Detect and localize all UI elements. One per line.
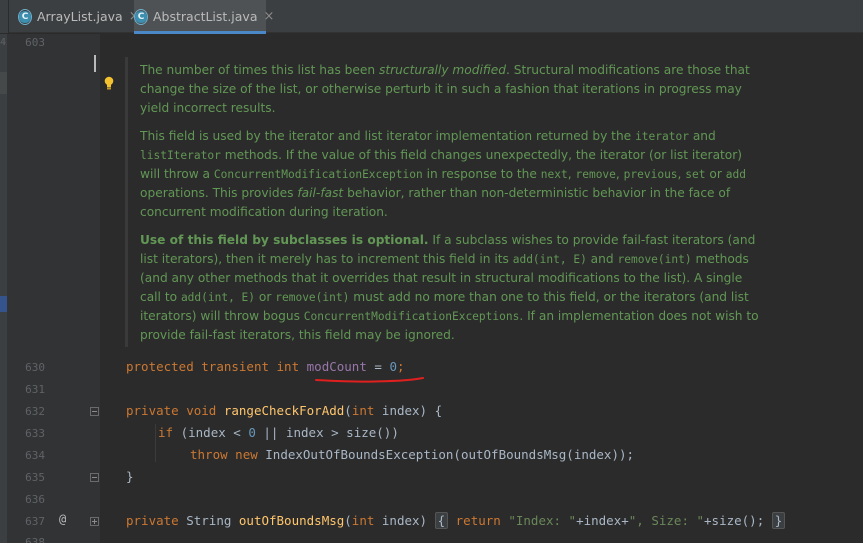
rendered-doc-comment[interactable]: The number of times this list has been s… — [140, 61, 760, 354]
side-panel-edge[interactable]: 42 — [0, 34, 12, 543]
line-number: 631 — [25, 383, 45, 396]
expand-fold-icon[interactable] — [90, 517, 99, 526]
line-number: 635 — [25, 471, 45, 484]
close-icon[interactable]: × — [264, 9, 275, 24]
code-line[interactable]: if (index < 0 || index > size()) — [158, 425, 399, 440]
doc-comment-bar — [125, 57, 128, 347]
line-number: 632 — [25, 405, 45, 418]
red-underline-annotation — [315, 377, 424, 383]
override-marker-icon[interactable]: @ — [59, 512, 66, 526]
tab-label: ArrayList.java — [37, 9, 123, 24]
class-icon: C — [18, 8, 32, 25]
line-number: 603 — [25, 36, 45, 49]
line-number: 630 — [25, 361, 45, 374]
doc-paragraph: Use of this field by subclasses is optio… — [140, 233, 759, 342]
side-panel-selection — [0, 296, 7, 312]
code-line[interactable]: throw new IndexOutOfBoundsException(outO… — [190, 447, 634, 462]
tab-bar-left-stub — [0, 0, 9, 33]
code-line[interactable]: } — [126, 469, 134, 484]
text-cursor — [94, 55, 96, 72]
doc-paragraph: The number of times this list has been s… — [140, 63, 750, 115]
line-number: 633 — [25, 427, 45, 440]
folded-block-open[interactable]: { — [434, 512, 449, 529]
line-number: 638 — [25, 536, 45, 543]
code-line[interactable]: protected transient int modCount = 0; — [126, 359, 405, 374]
editor-tab-bar: C ArrayList.java × C AbstractList.java × — [0, 0, 863, 34]
tab-arraylist[interactable]: C ArrayList.java × — [18, 0, 140, 33]
doc-paragraph: This field is used by the iterator and l… — [140, 129, 746, 219]
editor-gutter[interactable]: 603 630 631 632 633 634 635 636 637 638 — [7, 34, 100, 543]
line-number: 637 — [25, 515, 45, 528]
code-line[interactable]: private String outOfBoundsMsg(int index)… — [126, 512, 786, 529]
class-icon: C — [134, 8, 148, 25]
fold-toggle-icon[interactable] — [90, 407, 99, 416]
code-line[interactable]: private void rangeCheckForAdd(int index)… — [126, 403, 442, 418]
tab-label: AbstractList.java — [153, 9, 258, 24]
side-panel-highlight — [0, 72, 7, 94]
lightbulb-icon[interactable] — [104, 76, 114, 90]
tab-abstractlist[interactable]: C AbstractList.java × — [134, 0, 274, 34]
folded-block-close[interactable]: } — [771, 512, 786, 529]
line-number: 636 — [25, 493, 45, 506]
indent-guide — [155, 424, 156, 462]
line-number: 634 — [25, 449, 45, 462]
fold-toggle-icon[interactable] — [90, 473, 99, 482]
